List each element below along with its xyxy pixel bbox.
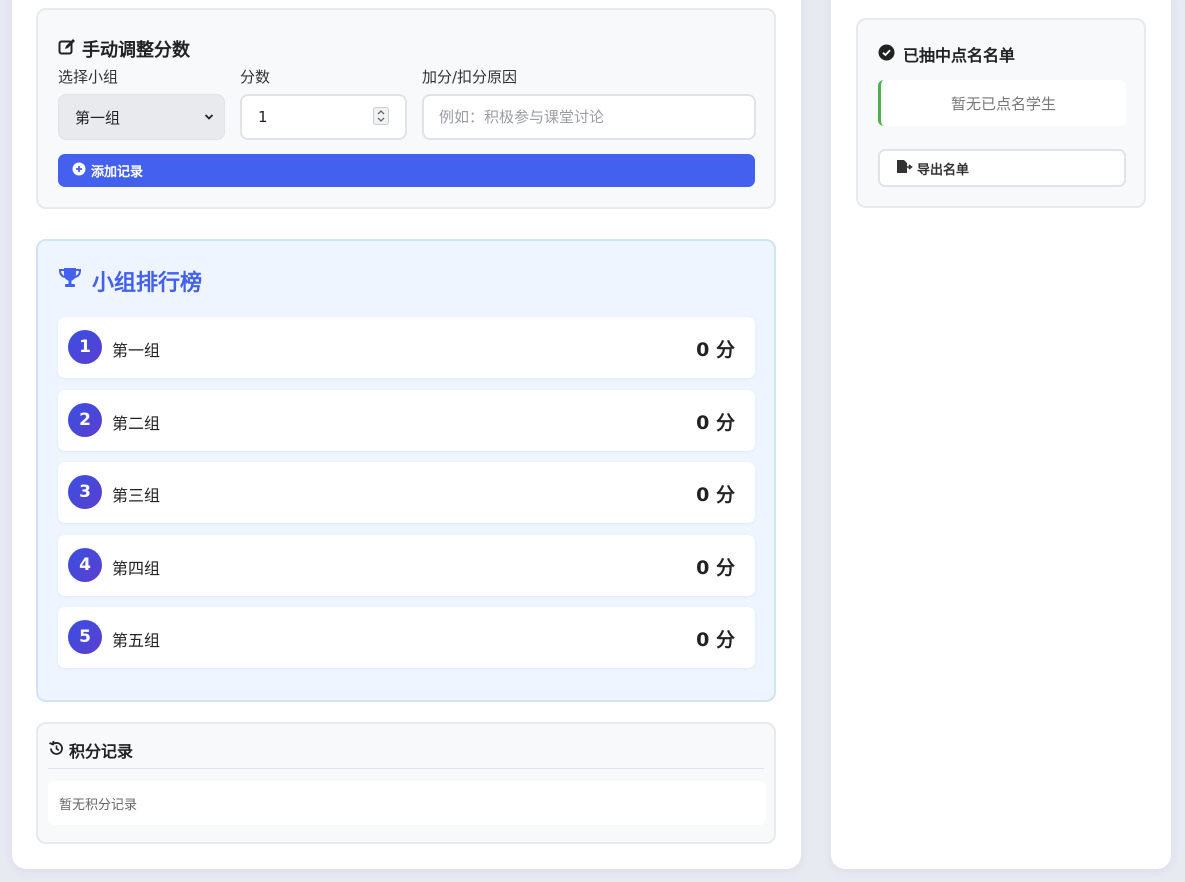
leaderboard-row: 2 第二组 0 分: [58, 390, 755, 451]
divider: [48, 768, 764, 769]
check-circle-icon: [878, 44, 895, 65]
score-history-panel: 积分记录 暂无积分记录: [36, 722, 776, 844]
leaderboard-row: 1 第一组 0 分: [58, 317, 755, 378]
manual-adjust-title: 手动调整分数: [58, 36, 190, 62]
picked-list-panel: 已抽中点名名单 暂无已点名学生 导出名单: [856, 18, 1146, 208]
group-select-value: 第一组: [75, 108, 121, 127]
group-score: 0 分: [696, 412, 735, 434]
picked-list-empty: 暂无已点名学生: [878, 80, 1126, 126]
score-input-value: 1: [258, 108, 268, 126]
score-history-empty: 暂无积分记录: [48, 781, 766, 825]
history-icon: [48, 740, 65, 761]
add-record-button[interactable]: 添加记录: [58, 154, 755, 187]
group-name: 第二组: [112, 414, 161, 433]
edit-icon: [58, 38, 76, 61]
group-score: 0 分: [696, 484, 735, 506]
group-score: 0 分: [696, 557, 735, 579]
reason-input[interactable]: [422, 94, 756, 140]
group-score: 0 分: [696, 339, 735, 361]
score-input[interactable]: 1: [240, 94, 407, 140]
leaderboard-row: 4 第四组 0 分: [58, 535, 755, 596]
rank-badge: 1: [68, 330, 102, 364]
file-export-icon: [896, 159, 913, 178]
picked-list-title-text: 已抽中点名名单: [903, 46, 1016, 65]
group-name: 第三组: [112, 486, 161, 505]
manual-adjust-title-text: 手动调整分数: [82, 40, 190, 61]
export-list-button-label: 导出名单: [917, 162, 970, 178]
group-score: 0 分: [696, 629, 735, 651]
group-name: 第一组: [112, 341, 161, 360]
score-history-title-text: 积分记录: [69, 742, 134, 761]
group-name: 第四组: [112, 559, 161, 578]
group-name: 第五组: [112, 631, 161, 650]
rank-badge: 3: [68, 475, 102, 509]
trophy-icon: [58, 267, 82, 295]
group-label: 选择小组: [58, 68, 119, 86]
chevron-down-icon: [202, 110, 216, 128]
leaderboard-title-text: 小组排行榜: [92, 271, 203, 296]
picked-list-title: 已抽中点名名单: [878, 42, 1015, 66]
export-list-button[interactable]: 导出名单: [878, 149, 1126, 187]
score-label: 分数: [240, 68, 271, 86]
score-history-title: 积分记录: [48, 738, 133, 762]
add-record-button-label: 添加记录: [91, 165, 144, 180]
rank-badge: 5: [68, 620, 102, 654]
manual-adjust-panel: 手动调整分数 选择小组 分数 加分/扣分原因 第一组 1 添加记录: [36, 8, 776, 209]
rank-badge: 2: [68, 403, 102, 437]
rank-badge: 4: [68, 548, 102, 582]
leaderboard-title: 小组排行榜: [58, 265, 202, 297]
plus-circle-icon: [72, 162, 86, 180]
leaderboard-panel: 小组排行榜 1 第一组 0 分 2 第二组 0 分 3 第三组 0 分 4 第四…: [36, 239, 776, 702]
reason-label: 加分/扣分原因: [422, 68, 518, 86]
score-stepper[interactable]: [373, 107, 389, 125]
group-select[interactable]: 第一组: [58, 94, 225, 140]
leaderboard-row: 3 第三组 0 分: [58, 462, 755, 523]
leaderboard-row: 5 第五组 0 分: [58, 607, 755, 668]
